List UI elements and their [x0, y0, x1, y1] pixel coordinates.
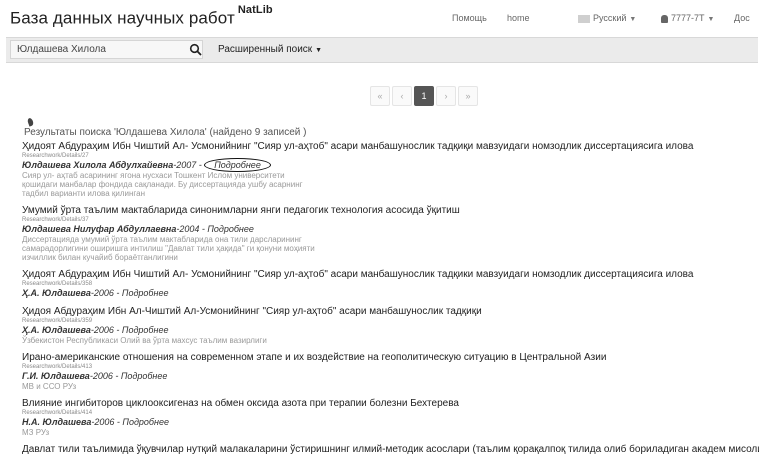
result-description: МЗ РУз: [22, 428, 50, 437]
result-description: Ўзбекистон Республикаси Олий ва ўрта мах…: [22, 336, 267, 345]
result-meta: Г.И. Юлдашева-2006 - Подробнее: [22, 371, 168, 381]
result-meta: Н.А. Юлдашева-2006 - Подробнее: [22, 417, 169, 427]
nav-home-link[interactable]: home: [507, 13, 530, 23]
result-item: Ирано-американские отношения на современ…: [22, 352, 758, 391]
user-label: 7777-7Т: [671, 13, 705, 23]
page-next-button[interactable]: ›: [436, 86, 456, 106]
result-year: 2006: [94, 417, 115, 427]
details-link[interactable]: Подробнее: [122, 288, 169, 298]
result-item: Умумий ўрта таълим мактабларида синонимл…: [22, 205, 758, 262]
result-item: Влияние ингибиторов циклооксигеназ на об…: [22, 398, 758, 437]
result-path: Researchwork/Details/359: [22, 318, 93, 324]
nav-help-link[interactable]: Помощь: [452, 13, 487, 23]
result-path: Researchwork/Details/358: [22, 281, 93, 287]
result-title[interactable]: Давлат тили таълимида ўқувчилар нутқий м…: [22, 444, 759, 456]
results-list: Ҳидоят Абдураҳим Ибн Чиштий Ал- Усмонийн…: [22, 141, 759, 463]
result-title[interactable]: Ҳидоят Абдураҳим Ибн Чиштий Ал- Усмонийн…: [22, 141, 758, 153]
result-year: 2004: [179, 224, 200, 234]
result-meta: Юлдашева Хилола Абдулхайевна-2007 - Подр…: [22, 158, 758, 172]
result-item: Давлат тили таълимида ўқувчилар нутқий м…: [22, 444, 759, 456]
page-first-button[interactable]: «: [370, 86, 390, 106]
result-path: Researchwork/Details/27: [22, 153, 89, 159]
nav-doc-link[interactable]: Дос: [734, 13, 750, 23]
site-brand[interactable]: База данных научных работ NatLib: [10, 4, 273, 29]
result-item: Ҳидоят Абдураҳим Ибн Чиштий Ал- Усмонийн…: [22, 141, 758, 198]
result-description: Диссертацияда умумий ўрта таълим мактабл…: [22, 235, 315, 262]
details-link[interactable]: Подробнее: [121, 371, 168, 381]
result-authors: Ҳ.А. Юлдашева: [22, 288, 91, 298]
advanced-search-dropdown[interactable]: Расширенный поиск ▼: [218, 44, 322, 55]
details-link[interactable]: Подробнее: [122, 417, 169, 427]
result-title[interactable]: Ирано-американские отношения на современ…: [22, 352, 758, 364]
result-year: 2006: [93, 325, 114, 335]
page-last-button[interactable]: »: [458, 86, 478, 106]
pin-icon: [26, 117, 35, 127]
result-year: 2007: [176, 160, 197, 170]
page-prev-button[interactable]: ‹: [392, 86, 412, 106]
result-title[interactable]: Умумий ўрта таълим мактабларида синонимл…: [22, 205, 758, 217]
details-link[interactable]: Подробнее: [122, 325, 169, 335]
result-authors: Ҳ.А. Юлдашева: [22, 325, 91, 335]
result-description: МВ и ССО РУз: [22, 382, 77, 391]
language-dropdown[interactable]: Русский ▼: [578, 13, 636, 23]
results-summary: Результаты поиска 'Юлдашева Хилола' (най…: [24, 127, 307, 138]
result-meta: Ҳ.А. Юлдашева-2006 - Подробнее: [22, 288, 169, 298]
result-title[interactable]: Влияние ингибиторов циклооксигеназ на об…: [22, 398, 758, 410]
result-authors: Юлдашева Хилола Абдулхайевна: [22, 160, 174, 170]
top-navbar: База данных научных работ NatLib Помощь h…: [0, 0, 759, 34]
result-path: Researchwork/Details/37: [22, 217, 89, 223]
result-year: 2006: [92, 371, 113, 381]
caret-down-icon: ▼: [629, 16, 637, 23]
details-link[interactable]: Подробнее: [204, 158, 271, 172]
user-dropdown[interactable]: 7777-7Т ▼: [661, 13, 714, 23]
result-description: Сияр ул- аҳтаб асарининг ягона нусхаси Т…: [22, 171, 303, 198]
details-link[interactable]: Подробнее: [207, 224, 254, 234]
result-item: Ҳидоя Абдураҳим Ибн Ал-Чиштий Ал-Усмоний…: [22, 306, 758, 345]
flag-icon: [578, 14, 590, 23]
user-icon: [661, 14, 668, 23]
result-title[interactable]: Ҳидоят Абдураҳим Ибн Чиштий Ал- Усмонийн…: [22, 269, 758, 281]
search-input[interactable]: [10, 40, 203, 59]
result-title[interactable]: Ҳидоя Абдураҳим Ибн Ал-Чиштий Ал-Усмоний…: [22, 306, 758, 318]
language-label: Русский: [593, 13, 627, 23]
result-authors: Н.А. Юлдашева: [22, 417, 92, 427]
page-current-button[interactable]: 1: [414, 86, 434, 106]
advanced-search-label: Расширенный поиск: [218, 44, 313, 55]
result-item: Ҳидоят Абдураҳим Ибн Чиштий Ал- Усмонийн…: [22, 269, 758, 299]
result-path: Researchwork/Details/414: [22, 410, 93, 416]
result-meta: Юлдашева Нилуфар Абдуллаевна-2004 - Подр…: [22, 224, 254, 234]
brand-sup: NatLib: [237, 4, 273, 16]
result-authors: Юлдашева Нилуфар Абдуллаевна: [22, 224, 177, 234]
search-bar: Расширенный поиск▼: [6, 37, 758, 63]
caret-down-icon: ▼: [707, 16, 715, 23]
result-year: 2006: [93, 288, 114, 298]
brand-title: База данных научных работ: [10, 8, 235, 28]
result-meta: Ҳ.А. Юлдашева-2006 - Подробнее: [22, 325, 169, 335]
result-path: Researchwork/Details/413: [22, 364, 93, 370]
result-authors: Г.И. Юлдашева: [22, 371, 90, 381]
search-icon[interactable]: [189, 43, 203, 57]
caret-down-icon: ▼: [315, 47, 323, 54]
